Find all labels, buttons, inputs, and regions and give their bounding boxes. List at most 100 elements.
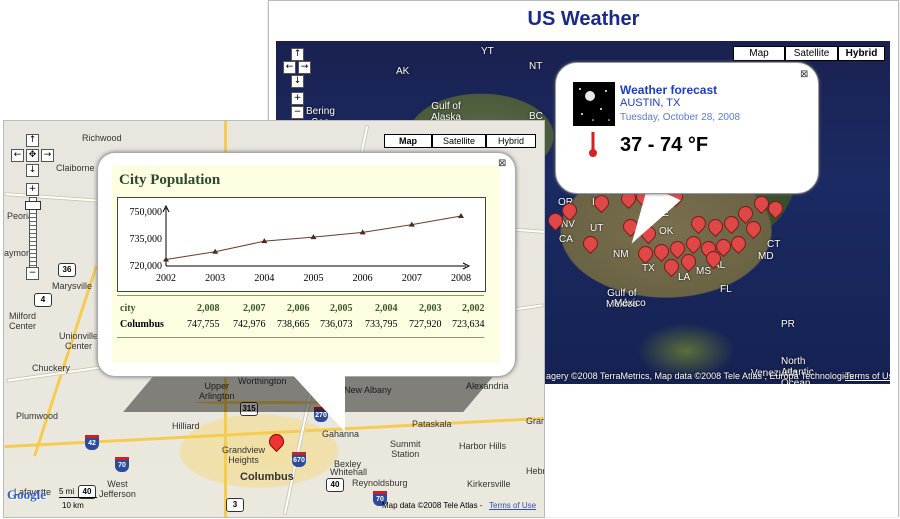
place-label: Summit Station <box>390 439 421 459</box>
place-label-columbus: Columbus <box>240 471 294 483</box>
thermometer-icon <box>587 131 599 164</box>
state-label: MD <box>758 251 774 262</box>
place-label: Harbor Hills <box>459 441 507 451</box>
state-label: UT <box>590 223 604 234</box>
interstate-shield: 670 <box>292 452 306 467</box>
y-tick-label: 720,000 <box>130 261 163 272</box>
y-tick-label: 750,000 <box>130 207 163 218</box>
table-bottom-rule <box>117 337 484 338</box>
map-type-hybrid-button[interactable]: Hybrid <box>486 134 536 148</box>
pan-up-icon[interactable]: ↑ <box>26 134 39 147</box>
close-icon[interactable]: ⊠ <box>800 69 808 80</box>
pan-right-icon[interactable]: → <box>41 149 54 162</box>
zoom-in-button[interactable]: + <box>26 183 39 196</box>
zoom-slider-handle[interactable] <box>25 201 41 210</box>
x-tick-label: 2003 <box>205 273 225 284</box>
place-label: Grandview Heights <box>222 445 266 465</box>
place-label: Kirkersville <box>467 479 511 489</box>
pan-center-icon[interactable]: ✥ <box>26 149 39 162</box>
table-cell: 733,795 <box>365 319 398 330</box>
table-header-cell: 2,007 <box>243 303 266 314</box>
table-header-cell: 2,002 <box>462 303 485 314</box>
place-label: Claiborne <box>56 163 95 173</box>
map-type-map-button[interactable]: Map <box>733 46 785 61</box>
x-tick-label: 2004 <box>254 273 274 284</box>
place-label: Reynoldsburg <box>352 478 408 488</box>
y-tick-label: 735,000 <box>130 234 163 245</box>
popup-title: City Population <box>119 172 221 188</box>
table-header-cell: 2,004 <box>375 303 398 314</box>
terms-of-use-link[interactable]: Terms of Use <box>489 501 536 510</box>
population-chart: 720,000 735,000 750,000 2002 2003 2004 2005 200… <box>117 197 486 292</box>
weather-pin[interactable] <box>727 232 750 255</box>
place-label: Hilliard <box>172 421 200 431</box>
weather-pin[interactable] <box>579 232 602 255</box>
zoom-out-button[interactable]: − <box>26 267 39 280</box>
map-label-mexico: México <box>614 298 646 309</box>
bubble-tail <box>290 372 345 432</box>
google-logo: Google <box>7 487 46 502</box>
state-label: NM <box>613 249 629 260</box>
state-label: CT <box>767 239 781 250</box>
place-label: Milford Center <box>9 311 37 331</box>
pan-right-icon[interactable]: → <box>298 61 311 74</box>
state-label: TX <box>642 263 655 274</box>
table-cell: 742,976 <box>233 319 266 330</box>
x-tick-label: 2008 <box>451 273 471 284</box>
route-shield: 4 <box>34 293 52 307</box>
table-header-cell: 2,003 <box>419 303 442 314</box>
x-tick-label: 2005 <box>304 273 324 284</box>
forecast-temperature: 37 - 74 °F <box>620 134 709 156</box>
map-type-satellite-button[interactable]: Satellite <box>432 134 486 148</box>
state-label: MS <box>696 266 711 277</box>
map-type-map-button[interactable]: Map <box>384 134 432 148</box>
place-label: Whitehall <box>330 467 368 477</box>
pan-down-icon[interactable]: ↓ <box>291 75 304 88</box>
page-title: US Weather <box>527 8 640 30</box>
weather-pin[interactable] <box>590 191 613 214</box>
map-label-ak: AK <box>396 66 410 77</box>
pan-left-icon[interactable]: ← <box>11 149 24 162</box>
place-label: Marysville <box>52 281 93 291</box>
place-label: Chuckery <box>32 363 71 373</box>
pan-left-icon[interactable]: ← <box>283 61 296 74</box>
state-label: LA <box>678 272 691 283</box>
table-header-cell: city <box>120 303 136 314</box>
place-label: Gran <box>526 416 545 426</box>
place-label: Richwood <box>82 133 122 143</box>
place-label: Plumwood <box>16 411 59 421</box>
interstate-shield: 42 <box>85 435 99 450</box>
close-icon[interactable]: ⊠ <box>498 158 506 169</box>
route-shield: 40 <box>326 478 344 492</box>
map-attribution: agery ©2008 TerraMetrics, Map data ©2008… <box>546 371 859 381</box>
place-label: Hebro <box>526 466 544 476</box>
route-shield: 3 <box>226 498 244 512</box>
map-attribution: Map data ©2008 Tele Atlas - <box>382 501 483 510</box>
table-header-cell: 2,006 <box>287 303 310 314</box>
table-header-cell: 2,005 <box>330 303 353 314</box>
x-tick-label: 2007 <box>402 273 422 284</box>
scale-km: 10 km <box>62 501 84 510</box>
table-cell: 727,920 <box>409 319 442 330</box>
forecast-date: Tuesday, October 28, 2008 <box>620 112 741 123</box>
table-cell: 736,073 <box>320 319 353 330</box>
table-top-rule <box>117 295 484 296</box>
pan-down-icon[interactable]: ↓ <box>26 164 39 177</box>
table-cell: 723,634 <box>452 319 485 330</box>
place-label: Unionville Center <box>59 331 99 351</box>
state-label: FL <box>720 284 732 295</box>
forecast-heading: Weather forecast <box>620 83 718 97</box>
scale-mi: 5 mi <box>59 487 75 496</box>
night-moon-icon <box>573 82 615 126</box>
pan-up-icon[interactable]: ↑ <box>291 48 304 61</box>
terms-of-use-link[interactable]: Terms of Use <box>845 371 890 381</box>
zoom-in-button[interactable]: + <box>291 92 304 105</box>
x-tick-label: 2002 <box>156 273 176 284</box>
table-cell: 747,755 <box>187 319 220 330</box>
weather-pin[interactable] <box>704 215 727 238</box>
zoom-out-button[interactable]: − <box>291 106 304 119</box>
weather-pin[interactable] <box>687 212 710 235</box>
map-type-hybrid-button[interactable]: Hybrid <box>838 46 885 61</box>
x-tick-label: 2006 <box>353 273 373 284</box>
map-type-satellite-button[interactable]: Satellite <box>785 46 838 61</box>
